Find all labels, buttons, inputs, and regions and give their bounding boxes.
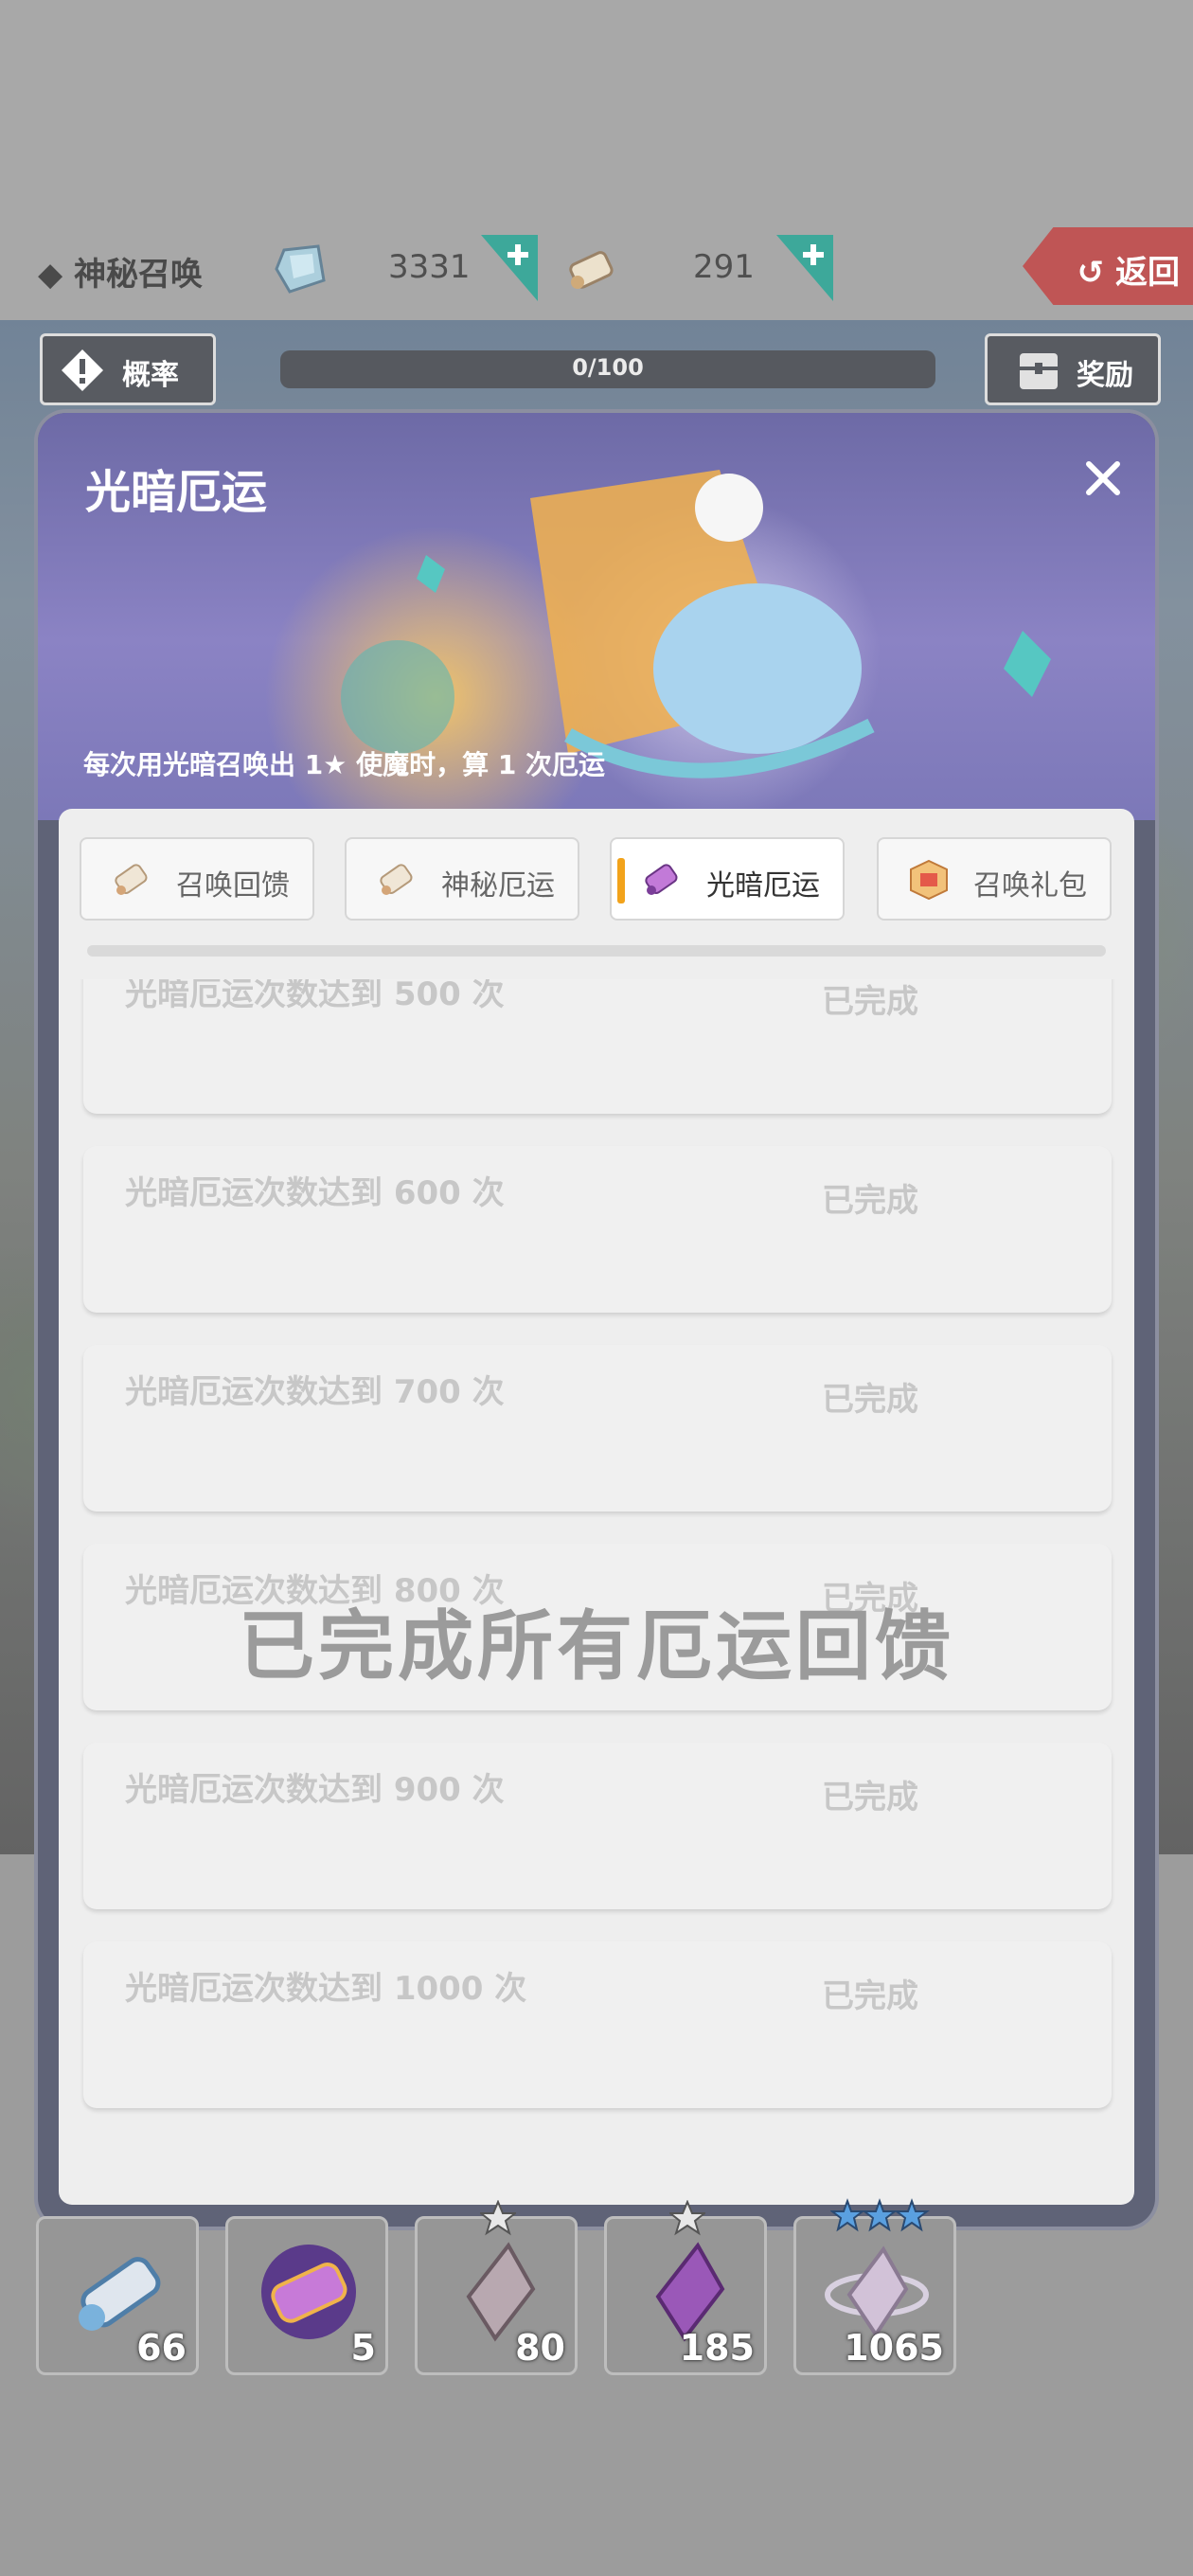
star-icon xyxy=(669,2200,705,2236)
scroll-icon xyxy=(115,864,148,895)
tab-summon-feedback[interactable]: 召唤回馈 xyxy=(80,837,314,921)
item-count: 1065 xyxy=(844,2327,944,2369)
task-title: 光暗厄运次数达到 900 次 xyxy=(125,1771,505,1809)
task-item: 光暗厄运次数达到 900 次 已完成 xyxy=(83,1743,1112,1909)
task-item: 光暗厄运次数达到 700 次 已完成 xyxy=(83,1345,1112,1512)
task-status: 已完成 xyxy=(822,1977,918,2015)
close-icon[interactable] xyxy=(1079,455,1127,502)
scroll-icon xyxy=(380,864,413,895)
modal-description: 每次用光暗召唤出 1★ 使魔时，算 1 次厄运 xyxy=(83,749,606,780)
active-tab-marker xyxy=(617,858,625,903)
modal-banner: 光暗厄运 每次用光暗召唤出 1★ 使魔时，算 1 次厄运 xyxy=(38,413,1155,820)
item-count: 185 xyxy=(679,2327,755,2369)
tab-label: 神秘厄运 xyxy=(441,869,555,903)
gift-icon xyxy=(910,859,948,901)
tab-label: 召唤礼包 xyxy=(973,869,1087,903)
task-list[interactable]: 光暗厄运次数达到 500 次 已完成 光暗厄运次数达到 600 次 已完成 光暗… xyxy=(59,979,1134,2135)
inventory-slot-orb-crystal[interactable]: 1065 xyxy=(793,2198,956,2375)
tab-dark-light-fortune[interactable]: 光暗厄运 xyxy=(610,837,845,921)
inventory-slot-blue-scroll[interactable]: 66 xyxy=(36,2216,199,2375)
task-item: 光暗厄运次数达到 600 次 已完成 xyxy=(83,1146,1112,1313)
inventory-slot-purple-crystal[interactable]: 185 xyxy=(604,2200,767,2375)
tab-mystic-fortune[interactable]: 神秘厄运 xyxy=(345,837,579,921)
task-title: 光暗厄运次数达到 500 次 xyxy=(125,979,505,1013)
tab-label: 召唤回馈 xyxy=(176,869,290,903)
task-status: 已完成 xyxy=(822,1381,918,1419)
modal-content-panel: 召唤回馈 神秘厄运 光暗厄运 召唤礼包 光暗厄运次数达到 500 次 已完成 光… xyxy=(59,809,1134,2205)
dark-light-fortune-modal: 光暗厄运 每次用光暗召唤出 1★ 使魔时，算 1 次厄运 召唤回馈 神秘厄运 光… xyxy=(38,413,1155,2227)
modal-title: 光暗厄运 xyxy=(85,466,268,519)
task-status: 已完成 xyxy=(822,983,918,1021)
purple-scroll-icon xyxy=(261,2245,356,2339)
all-completed-message: 已完成所有厄运回馈 xyxy=(239,1602,954,1690)
task-status: 已完成 xyxy=(822,1182,918,1220)
summon-item-inventory: 66 5 80 185 1065 xyxy=(36,2198,964,2377)
item-count: 5 xyxy=(350,2327,376,2369)
three-star-icon xyxy=(830,2198,930,2232)
task-title: 光暗厄运次数达到 700 次 xyxy=(125,1373,505,1411)
task-item: 光暗厄运次数达到 500 次 已完成 xyxy=(83,979,1112,1114)
tab-summon-gift-pack[interactable]: 召唤礼包 xyxy=(877,837,1112,921)
task-title: 光暗厄运次数达到 600 次 xyxy=(125,1174,505,1212)
item-count: 66 xyxy=(136,2327,187,2369)
task-status: 已完成 xyxy=(822,1779,918,1816)
task-item: 光暗厄运次数达到 1000 次 已完成 xyxy=(83,1941,1112,2108)
tab-label: 光暗厄运 xyxy=(706,869,820,903)
inventory-slot-purple-scroll[interactable]: 5 xyxy=(225,2216,388,2375)
star-icon xyxy=(480,2200,516,2236)
modal-tabs: 召唤回馈 神秘厄运 光暗厄运 召唤礼包 xyxy=(80,837,1113,922)
tabs-scrollbar[interactable] xyxy=(87,945,1106,957)
inventory-slot-gray-crystal[interactable]: 80 xyxy=(415,2200,578,2375)
item-count: 80 xyxy=(515,2327,565,2369)
task-title: 光暗厄运次数达到 1000 次 xyxy=(125,1970,527,2008)
purple-scroll-icon xyxy=(645,864,678,895)
